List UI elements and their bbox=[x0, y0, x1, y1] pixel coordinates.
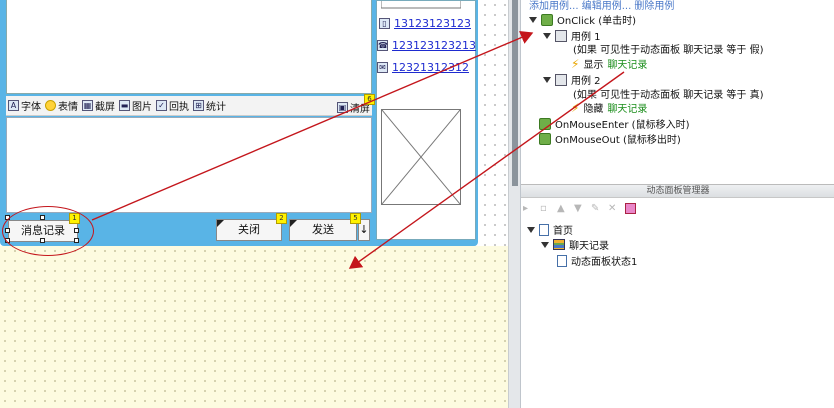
case-1-action-verb: 显示 bbox=[583, 60, 604, 71]
edit-icon[interactable]: ✎ bbox=[591, 203, 602, 214]
toolbar-image[interactable]: ▬ 图片 bbox=[119, 98, 152, 113]
mobile-phone-icon: ▯ bbox=[379, 18, 390, 29]
send-options-arrow: ↓ bbox=[359, 223, 369, 236]
message-view bbox=[6, 0, 372, 94]
toolbar-emoji[interactable]: 表情 bbox=[45, 98, 78, 113]
case-2-action-target: 聊天记录 bbox=[607, 104, 648, 115]
tree-dynamic-panel-label: 聊天记录 bbox=[569, 241, 609, 252]
case-2-label: 用例 2 bbox=[571, 76, 601, 87]
send-button[interactable]: 发送 bbox=[289, 219, 357, 241]
toolbar-emoji-label: 表情 bbox=[58, 102, 78, 113]
smiley-icon bbox=[45, 100, 56, 111]
toolbar-receipt[interactable]: ✓ 回执 bbox=[156, 98, 189, 113]
toolbar-font[interactable]: A 字体 bbox=[8, 98, 41, 113]
expand-triangle-icon[interactable] bbox=[543, 76, 551, 83]
panel-manager-toolbar: ▸ ▫ ▲ ▼ ✎ ✕ bbox=[523, 203, 636, 214]
receipt-icon: ✓ bbox=[156, 100, 167, 111]
image-placeholder-top bbox=[381, 1, 461, 9]
toolbar-screenshot-label: 截屏 bbox=[95, 102, 115, 113]
page-icon bbox=[539, 223, 549, 236]
contact-phone: ☎ 123123123213 bbox=[377, 39, 476, 52]
contact-mail-link[interactable]: 12321312312 bbox=[392, 61, 469, 74]
event-onmouseenter-label: OnMouseEnter (鼠标移入时) bbox=[555, 120, 690, 131]
footnote-marker: 6 bbox=[364, 94, 375, 105]
tree-panel-state-label: 动态面板状态1 bbox=[571, 257, 638, 268]
event-onmouseout[interactable]: OnMouseOut (鼠标移出时) bbox=[539, 131, 681, 146]
duplicate-icon[interactable]: ▫ bbox=[540, 203, 551, 214]
case-1-action[interactable]: ⚡ 显示 聊天记录 bbox=[571, 56, 648, 72]
font-icon: A bbox=[8, 100, 19, 111]
case-2-action[interactable]: ⚡ 隐藏 聊天记录 bbox=[571, 100, 648, 116]
footnote-marker: 5 bbox=[350, 213, 361, 224]
close-button[interactable]: 关闭 bbox=[216, 219, 282, 241]
clear-screen-icon: ▣ bbox=[337, 102, 348, 113]
case-1-condition[interactable]: (如果 可见性于动态面板 聊天记录 等于 假) bbox=[573, 41, 764, 56]
image-icon: ▬ bbox=[119, 100, 130, 111]
panel-color-icon[interactable] bbox=[625, 203, 636, 214]
add-state-icon[interactable]: ▸ bbox=[523, 203, 534, 214]
case-2-action-verb: 隐藏 bbox=[583, 104, 604, 115]
expand-triangle-icon[interactable] bbox=[529, 16, 537, 23]
contact-mail: ✉ 12321312312 bbox=[377, 61, 469, 74]
contact-phone-link[interactable]: 123123123213 bbox=[392, 39, 476, 52]
case-1-action-target: 聊天记录 bbox=[607, 60, 648, 71]
chat-toolbar: A 字体 表情 ▦ 截屏 ▬ 图片 ✓ 回执 ⊞ 统计 ▣ 清屏 bbox=[6, 96, 372, 116]
delete-icon[interactable]: ✕ bbox=[608, 203, 619, 214]
case-2-condition[interactable]: (如果 可见性于动态面板 聊天记录 等于 真) bbox=[573, 86, 764, 101]
case-1-condition-text: (如果 可见性于动态面板 聊天记录 等于 假) bbox=[573, 45, 764, 56]
toolbar-stats-label: 统计 bbox=[206, 102, 226, 113]
dynamic-panel-icon bbox=[553, 239, 565, 250]
footnote-marker: 2 bbox=[276, 213, 287, 224]
event-icon bbox=[541, 13, 553, 26]
toolbar-image-label: 图片 bbox=[132, 102, 152, 113]
move-down-icon[interactable]: ▼ bbox=[574, 203, 585, 214]
case-2[interactable]: 用例 2 bbox=[543, 72, 601, 87]
expand-triangle-icon[interactable] bbox=[543, 32, 551, 39]
tree-panel-state[interactable]: 动态面板状态1 bbox=[557, 253, 637, 268]
event-icon bbox=[539, 117, 551, 130]
close-button-label: 关闭 bbox=[238, 223, 260, 236]
telephone-icon: ☎ bbox=[377, 40, 388, 51]
toolbar-screenshot[interactable]: ▦ 截屏 bbox=[82, 98, 115, 113]
lightning-icon: ⚡ bbox=[571, 100, 580, 115]
image-placeholder bbox=[381, 109, 461, 205]
corner-marker-icon bbox=[290, 220, 297, 227]
event-onmouseenter[interactable]: OnMouseEnter (鼠标移入时) bbox=[539, 116, 689, 131]
toolbar-font-label: 字体 bbox=[21, 102, 41, 113]
expand-triangle-icon[interactable] bbox=[541, 241, 549, 248]
contact-mobile-link[interactable]: 13123123123 bbox=[394, 17, 471, 30]
expand-triangle-icon[interactable] bbox=[527, 226, 535, 233]
send-button-label: 发送 bbox=[312, 223, 334, 236]
panel-manager-title: 动态面板管理器 bbox=[521, 184, 834, 198]
toolbar-stats[interactable]: ⊞ 统计 bbox=[193, 98, 226, 113]
lightning-icon: ⚡ bbox=[571, 56, 580, 71]
tree-dynamic-panel[interactable]: 聊天记录 bbox=[541, 237, 609, 252]
mail-icon: ✉ bbox=[377, 62, 388, 73]
stats-icon: ⊞ bbox=[193, 100, 204, 111]
annotation-ellipse bbox=[2, 206, 94, 256]
case-actions-links[interactable]: 添加用例... 编辑用例... 删除用例 bbox=[529, 0, 674, 12]
chat-history-panel-area[interactable] bbox=[0, 246, 508, 408]
screenshot-icon: ▦ bbox=[82, 100, 93, 111]
event-onmouseout-label: OnMouseOut (鼠标移出时) bbox=[555, 135, 681, 146]
case-icon bbox=[555, 29, 567, 42]
message-input[interactable] bbox=[6, 117, 372, 213]
contact-mobile: ▯ 13123123123 bbox=[379, 17, 471, 30]
event-onclick-label: OnClick (单击时) bbox=[557, 16, 637, 27]
tree-page-home-label: 首页 bbox=[553, 226, 573, 237]
corner-marker-icon bbox=[217, 220, 224, 227]
tree-page-home[interactable]: 首页 bbox=[527, 222, 573, 237]
event-onclick[interactable]: OnClick (单击时) bbox=[529, 12, 636, 27]
move-up-icon[interactable]: ▲ bbox=[557, 203, 568, 214]
panel-state-icon bbox=[557, 254, 567, 267]
event-icon bbox=[539, 132, 551, 145]
scrollbar-thumb[interactable] bbox=[512, 0, 518, 186]
contact-info-panel: ▯ 13123123123 ☎ 123123123213 ✉ 123213123… bbox=[376, 0, 476, 240]
interaction-panel: 添加用例... 编辑用例... 删除用例 OnClick (单击时) 用例 1 … bbox=[520, 0, 834, 408]
toolbar-receipt-label: 回执 bbox=[169, 102, 189, 113]
case-2-condition-text: (如果 可见性于动态面板 聊天记录 等于 真) bbox=[573, 90, 764, 101]
case-icon bbox=[555, 73, 567, 86]
vertical-scrollbar[interactable] bbox=[508, 0, 520, 408]
